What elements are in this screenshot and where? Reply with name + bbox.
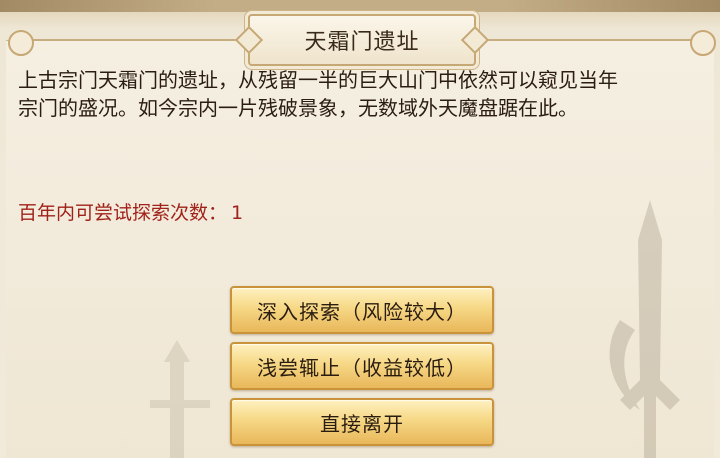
description-line-1: 上古宗门天霜门的遗址，从残留一半的巨大山门中依然可以窥见当年 <box>18 68 618 92</box>
corner-ornament-left-icon <box>8 30 34 56</box>
shallow-explore-button[interactable]: 浅尝辄止（收益较低） <box>230 342 494 390</box>
attempts-info: 百年内可尝试探索次数： 1 <box>18 198 243 225</box>
corner-ornament-right-icon <box>690 30 716 56</box>
description-line-2: 宗门的盛况。如今宗内一片残破景象，无数域外天魔盘踞在此。 <box>18 96 578 120</box>
title-divider-right <box>476 39 708 41</box>
dialog-title-plate: 天霜门遗址 <box>248 14 476 66</box>
top-border <box>0 0 720 12</box>
dialog-title: 天霜门遗址 <box>304 30 420 55</box>
deep-explore-button[interactable]: 深入探索（风险较大） <box>230 286 494 334</box>
attempts-label: 百年内可尝试探索次数： <box>18 202 228 224</box>
title-divider-left <box>12 39 244 41</box>
leave-button[interactable]: 直接离开 <box>230 398 494 446</box>
event-dialog: 天霜门遗址 上古宗门天霜门的遗址，从残留一半的巨大山门中依然可以窥见当年 宗门的… <box>0 0 720 458</box>
attempts-count: 1 <box>231 202 244 224</box>
dialog-description: 上古宗门天霜门的遗址，从残留一半的巨大山门中依然可以窥见当年 宗门的盛况。如今宗… <box>18 66 708 122</box>
ruin-silhouette-icon <box>150 340 210 458</box>
sword-silhouette-icon <box>609 200 680 458</box>
